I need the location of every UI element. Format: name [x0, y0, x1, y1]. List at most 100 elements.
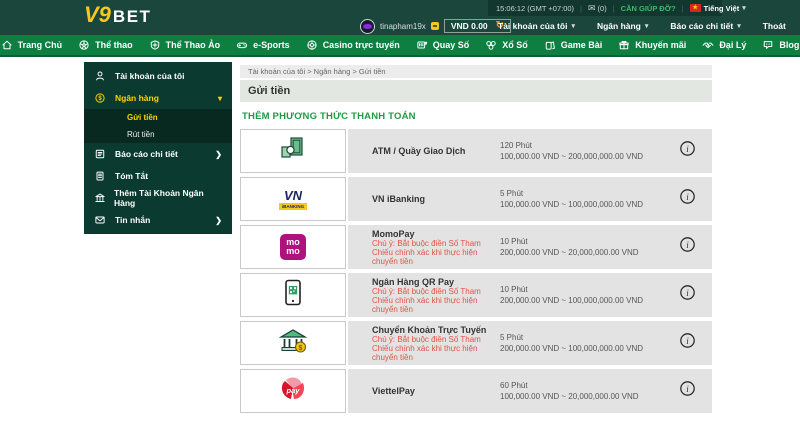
- payment-logo-box: [240, 273, 346, 317]
- nav-item[interactable]: Thể thao: [78, 39, 133, 51]
- vn-ibanking-logo: VN iBANKING: [278, 189, 308, 210]
- payment-name: Chuyển Khoản Trực Tuyến: [372, 324, 487, 335]
- bank-transfer-icon: $: [278, 327, 308, 360]
- sidebar-item[interactable]: Rút tiền: [84, 126, 232, 143]
- nav-item[interactable]: e-Sports: [236, 39, 290, 51]
- bank-icon: [94, 192, 106, 204]
- nav-item[interactable]: Thể Thao Ảo: [149, 39, 221, 51]
- svg-text:i: i: [686, 144, 689, 154]
- payment-processing-time: 10 Phút: [500, 284, 528, 294]
- payment-logo-box: pay: [240, 369, 346, 413]
- chevron-down-icon: ▾: [737, 23, 741, 30]
- user-icon: [94, 70, 107, 82]
- info-icon: i: [679, 188, 696, 210]
- payment-limit-range: 200,000.00 VND ~ 20,000,000.00 VND: [500, 248, 639, 257]
- sidebar-item-label: Ngân hàng: [115, 93, 159, 103]
- nav-item[interactable]: Đại Lý: [702, 39, 746, 51]
- svg-text:$: $: [98, 96, 102, 102]
- info-button[interactable]: i: [668, 380, 706, 402]
- nav-item-label: Blog: [779, 40, 800, 50]
- sidebar-item[interactable]: $ Ngân hàng ▾: [84, 87, 232, 109]
- payment-text: VN iBanking: [372, 194, 500, 204]
- payment-processing-time: 5 Phút: [500, 188, 524, 198]
- chevron-down-icon: ▾: [742, 5, 746, 12]
- account-menu-item[interactable]: Thoát: [763, 21, 790, 31]
- payment-name: ATM / Quầy Giao Dịch: [372, 146, 466, 156]
- sidebar-item-label: Tóm Tắt: [115, 171, 149, 181]
- inbox-button[interactable]: ✉ (0): [588, 3, 607, 14]
- payment-method-row[interactable]: $ Chuyển Khoản Trực Tuyến Chú ý: Bắt buộ…: [240, 321, 712, 365]
- avatar[interactable]: [360, 18, 375, 34]
- nav-item[interactable]: Quay Số: [416, 39, 470, 51]
- clock-text: 15:06:12 (GMT +07:00): [496, 3, 575, 13]
- nav-item-label: Thể Thao Ảo: [165, 40, 221, 50]
- sidebar-item-label: Tài khoản của tôi: [115, 71, 185, 81]
- payment-processing-time: 120 Phút: [500, 140, 533, 150]
- payment-details: 10 Phút 200,000.00 VND ~ 100,000,000.00 …: [500, 284, 668, 306]
- payment-row-body: ViettelPay 60 Phút 100,000.00 VND ~ 20,0…: [348, 369, 712, 413]
- info-button[interactable]: i: [668, 188, 706, 210]
- account-menu-item[interactable]: Báo cáo chi tiết ▾: [670, 21, 740, 31]
- info-button[interactable]: i: [668, 284, 706, 306]
- payment-logo-box: [240, 129, 346, 173]
- blog-icon: [762, 39, 775, 51]
- payment-text: ATM / Quầy Giao Dịch: [372, 146, 500, 156]
- payment-logo-box: VN iBANKING: [240, 177, 346, 221]
- payment-note: Chú ý: Bắt buộc điền Số Tham Chiếu chính…: [372, 238, 481, 266]
- payment-text: Chuyển Khoản Trực Tuyến Chú ý: Bắt buộc …: [372, 325, 500, 362]
- account-menu-item[interactable]: Tài khoản của tôi ▾: [498, 21, 575, 31]
- payment-method-row[interactable]: pay ViettelPay 60 Phút 100,000.00 VND ~ …: [240, 369, 712, 413]
- chevron-right-icon: ❯: [215, 215, 222, 225]
- payment-row-body: VN iBanking 5 Phút 100,000.00 VND ~ 100,…: [348, 177, 712, 221]
- qr-pay-icon: [280, 278, 306, 313]
- nav-item[interactable]: Casino trực tuyến: [306, 39, 400, 51]
- summary-icon: [94, 170, 107, 182]
- v9bet-logo[interactable]: V9 BET: [84, 2, 151, 28]
- viettelpay-logo: pay: [277, 374, 309, 409]
- account-menu-label: Tài khoản của tôi: [498, 21, 568, 31]
- nav-item[interactable]: Trang Chủ: [1, 39, 62, 51]
- topbar: V9 BET 15:06:12 (GMT +07:00) | ✉ (0) | C…: [0, 0, 800, 35]
- sidebar-item[interactable]: Tóm Tắt: [84, 165, 232, 187]
- casino-chip-icon: [306, 39, 319, 51]
- svg-text:i: i: [686, 192, 689, 202]
- slot-machine-icon: [416, 39, 429, 51]
- payment-method-row[interactable]: mo mo MomoPay Chú ý: Bắt buộc điền Số Tha…: [240, 225, 712, 269]
- sidebar-item[interactable]: Tin nhắn ❯: [84, 209, 232, 231]
- info-button[interactable]: i: [668, 140, 706, 162]
- payment-limit-range: 200,000.00 VND ~ 100,000,000.00 VND: [500, 344, 643, 353]
- dollar-coin-icon: $: [94, 92, 107, 104]
- nav-item-label: Đại Lý: [719, 40, 747, 50]
- help-link[interactable]: CẦN GIÚP ĐỠ?: [621, 4, 676, 13]
- info-button[interactable]: i: [668, 332, 706, 354]
- chevron-down-icon: ▾: [644, 23, 649, 30]
- payment-method-row[interactable]: Ngân Hàng QR Pay Chú ý: Bắt buộc điền Số…: [240, 273, 712, 317]
- sidebar-item[interactable]: Báo cáo chi tiết ❯: [84, 143, 232, 165]
- nav-item-label: Quay Số: [432, 40, 470, 50]
- language-selector[interactable]: ★ Tiếng Việt ▾: [689, 3, 746, 13]
- account-menu-item[interactable]: Ngân hàng ▾: [597, 21, 648, 31]
- nav-item-label: e-Sports: [253, 40, 290, 50]
- account-menu-label: Ngân hàng: [596, 21, 641, 31]
- sidebar: Tài khoản của tôi $ Ngân hàng ▾ Gửi tiền…: [84, 62, 232, 234]
- badge-icon[interactable]: [430, 22, 439, 30]
- payment-note: Chú ý: Bắt buộc điền Số Tham Chiếu chính…: [372, 286, 481, 314]
- page-title: Gửi tiền: [240, 80, 712, 102]
- nav-item[interactable]: Xổ Số: [485, 39, 528, 51]
- sidebar-item[interactable]: Tài khoản của tôi: [84, 65, 232, 87]
- chevron-right-icon: ❯: [215, 149, 222, 159]
- nav-item[interactable]: Game Bài: [544, 39, 602, 51]
- nav-item[interactable]: Blog: [762, 39, 799, 51]
- nav-item-label: Thể thao: [95, 40, 133, 50]
- payment-details: 5 Phút 100,000.00 VND ~ 100,000,000.00 V…: [500, 188, 668, 210]
- divider: |: [681, 3, 684, 13]
- info-button[interactable]: i: [668, 236, 706, 258]
- payment-method-row[interactable]: ATM / Quầy Giao Dịch 120 Phút 100,000.00…: [240, 129, 712, 173]
- language-label: Tiếng Việt: [703, 3, 740, 13]
- sidebar-item[interactable]: Thêm Tài Khoản Ngân Hàng: [84, 187, 232, 209]
- sidebar-item[interactable]: Gửi tiền: [84, 109, 232, 126]
- nav-item[interactable]: Khuyến mãi: [618, 39, 686, 51]
- info-icon: i: [679, 140, 696, 162]
- payment-method-row[interactable]: VN iBANKING VN iBanking 5 Phút 100,000.00…: [240, 177, 712, 221]
- payment-name: Ngân Hàng QR Pay: [372, 276, 455, 287]
